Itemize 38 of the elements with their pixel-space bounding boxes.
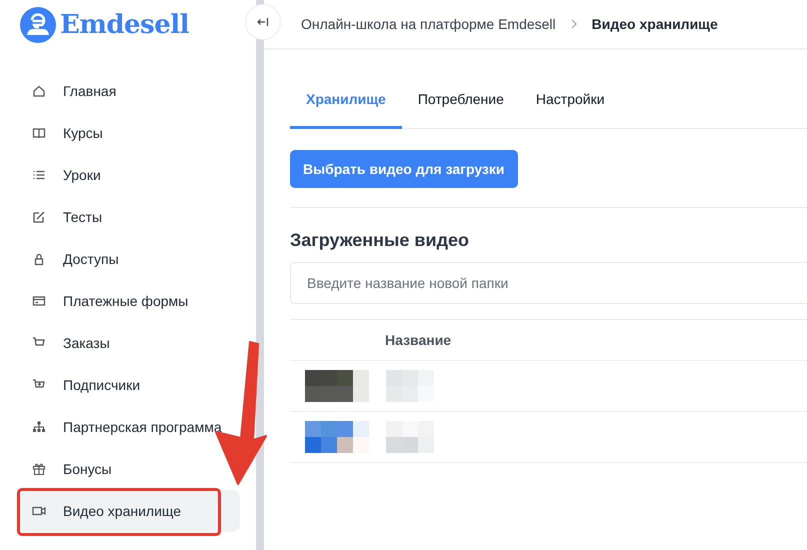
sidebar-item[interactable]: Видео хранилище <box>20 490 240 532</box>
tab[interactable]: Настройки <box>520 79 621 129</box>
list-icon <box>32 168 46 182</box>
book-icon <box>32 126 46 140</box>
home-icon <box>32 84 46 98</box>
photo-placeholder <box>305 370 369 402</box>
breadcrumb-current: Видео хранилище <box>592 16 718 32</box>
blurred-title-placeholder <box>386 421 434 453</box>
sidebar-item[interactable]: Партнерская программа <box>20 406 230 448</box>
hierarchy-icon <box>32 420 46 434</box>
sidebar-item[interactable]: Бонусы <box>20 448 120 490</box>
lock-icon <box>32 252 46 266</box>
column-header: Название <box>385 332 452 348</box>
edit-icon <box>32 210 46 224</box>
camera-icon <box>32 504 46 518</box>
tab[interactable]: Хранилище <box>290 79 402 129</box>
sidebar-item[interactable]: Уроки <box>20 154 109 196</box>
sidebar-item[interactable]: Подписчики <box>20 364 148 406</box>
blurred-title-placeholder <box>386 370 434 402</box>
breadcrumb-link[interactable]: Онлайн-школа на платформе Emdesell <box>301 16 556 32</box>
collapse-sidebar-button[interactable] <box>245 4 281 40</box>
sidebar-item[interactable]: Заказы <box>20 322 118 364</box>
card-icon <box>32 294 46 308</box>
gift-icon <box>32 462 46 476</box>
sidebar-item[interactable]: Тесты <box>20 196 110 238</box>
sidebar-item[interactable]: Курсы <box>20 112 111 154</box>
chevron-right-icon <box>570 18 578 30</box>
tab[interactable]: Потребление <box>402 79 520 129</box>
sidebar-item[interactable]: Главная <box>20 70 124 112</box>
folder-name-field[interactable]: Введите название новой папки <box>290 262 807 304</box>
sidebar-item[interactable]: Доступы <box>20 238 127 280</box>
logo-icon <box>20 7 56 43</box>
section-heading: Загруженные видео <box>290 230 470 252</box>
sidebar-item[interactable]: Платежные формы <box>20 280 196 322</box>
upload-video-button[interactable]: Выбрать видео для загрузки <box>290 150 518 188</box>
collapse-arrow-icon <box>257 16 269 28</box>
photo-placeholder <box>305 421 369 453</box>
logo-text: Emdesell <box>60 10 189 40</box>
